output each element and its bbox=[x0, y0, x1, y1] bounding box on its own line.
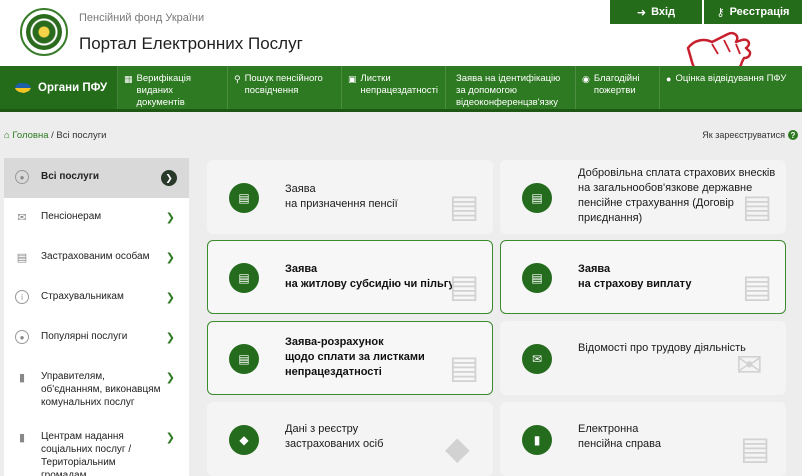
service-card[interactable]: ▤ Заява на житлову субсидію чи пільгу ▤ bbox=[207, 240, 493, 314]
sidebar-item-pensioners[interactable]: ✉ Пенсіонерам ❯ bbox=[4, 198, 189, 238]
nav-item-sick-leave[interactable]: ▣ Листки непрацездатності bbox=[342, 66, 446, 109]
shield-icon: ◆ bbox=[229, 425, 259, 455]
shield-watermark-icon: ◆ bbox=[445, 430, 470, 466]
key-icon: ⚷ bbox=[716, 6, 725, 19]
service-card[interactable]: ▤ Добровільна сплата страхових внесків на… bbox=[500, 160, 786, 234]
document-icon: ▤ bbox=[16, 251, 28, 264]
service-card[interactable]: ▮ Електронна пенсійна справа ▤ bbox=[500, 402, 786, 476]
sidebar-item-insurers[interactable]: i Страхувальникам ❯ bbox=[4, 278, 189, 318]
site-header: Пенсійний фонд України Портал Електронни… bbox=[0, 0, 802, 66]
chevron-right-icon: ❯ bbox=[165, 252, 175, 264]
target-icon: ● bbox=[15, 170, 29, 184]
search-icon: ⚲ bbox=[234, 74, 241, 84]
service-card[interactable]: ▤ Заява на страхову виплату ▤ bbox=[500, 240, 786, 314]
nav-item-visit-rating[interactable]: ● Оцінка відвідування ПФУ bbox=[660, 66, 802, 109]
breadcrumb: ⌂ Головна / Всі послуги bbox=[4, 130, 107, 141]
envelope-watermark-icon: ✉ bbox=[736, 347, 763, 383]
breadcrumb-current: Всі послуги bbox=[56, 130, 107, 141]
nav-item-verification[interactable]: ▦ Верифікація виданих документів bbox=[118, 66, 228, 109]
folder-icon: ▮ bbox=[522, 425, 552, 455]
question-icon: ? bbox=[788, 130, 798, 140]
chevron-right-icon: ❯ bbox=[165, 432, 175, 444]
how-to-register-link[interactable]: Як зареєструватися ? bbox=[702, 130, 798, 140]
document-check-icon: ▤ bbox=[449, 188, 480, 224]
document-icon: ▤ bbox=[229, 183, 259, 213]
register-button[interactable]: ⚷ Реєстрація bbox=[704, 0, 802, 24]
folder-icon: ▮ bbox=[18, 431, 26, 444]
document-icon: ▤ bbox=[229, 263, 259, 293]
sidebar-item-all-services[interactable]: ● Всі послуги ❯ bbox=[4, 158, 189, 198]
document-check-icon: ▤ bbox=[449, 349, 480, 385]
info-icon: i bbox=[15, 290, 29, 304]
ukraine-map-icon bbox=[15, 82, 31, 93]
sidebar: ● Всі послуги ❯ ✉ Пенсіонерам ❯ ▤ Застра… bbox=[4, 158, 189, 476]
service-card[interactable]: ▤ Заява на призначення пенсії ▤ bbox=[207, 160, 493, 234]
envelope-icon: ✉ bbox=[522, 344, 552, 374]
target-icon: ● bbox=[15, 330, 29, 344]
site-title[interactable]: Портал Електронних Послуг bbox=[79, 34, 303, 54]
nav-item-video-identification[interactable]: Заява на ідентифікацію за допомогою віде… bbox=[446, 66, 576, 109]
chevron-right-icon: ❯ bbox=[165, 212, 175, 224]
sidebar-item-popular[interactable]: ● Популярні послуги ❯ bbox=[4, 318, 189, 358]
breadcrumb-row: ⌂ Головна / Всі послуги Як зареєструвати… bbox=[0, 124, 802, 144]
pfu-logo[interactable] bbox=[20, 8, 68, 56]
nav-item-donations[interactable]: ◉ Благодійні пожертви bbox=[576, 66, 660, 109]
coins-icon: ◉ bbox=[582, 74, 590, 84]
chevron-right-icon: ❯ bbox=[165, 332, 175, 344]
sign-in-icon: ➜ bbox=[636, 6, 647, 19]
document-icon: ▤ bbox=[522, 263, 552, 293]
service-card[interactable]: ◆ Дані з реєстру застрахованих осіб ◆ bbox=[207, 402, 493, 476]
envelope-icon: ✉ bbox=[17, 211, 27, 224]
breadcrumb-home[interactable]: ⌂ Головна bbox=[4, 130, 48, 141]
document-check-icon: ▤ bbox=[742, 188, 773, 224]
service-card[interactable]: ✉ Відомості про трудову діяльність ✉ bbox=[500, 321, 786, 395]
camera-icon: ▣ bbox=[348, 74, 357, 84]
nav-item-pension-search[interactable]: ⚲ Пошук пенсійного посвідчення bbox=[228, 66, 342, 109]
login-button[interactable]: ➜ Вхід bbox=[610, 0, 702, 24]
folder-icon: ▮ bbox=[18, 371, 26, 384]
chevron-right-icon: ❯ bbox=[161, 170, 177, 186]
site-subtitle: Пенсійний фонд України bbox=[79, 12, 205, 24]
chevron-right-icon: ❯ bbox=[165, 372, 175, 384]
list-icon: ▦ bbox=[124, 74, 133, 84]
sidebar-item-social-centers[interactable]: ▮ Центрам надання соціальних послуг / Те… bbox=[4, 418, 189, 476]
sidebar-item-insured[interactable]: ▤ Застрахованим особам ❯ bbox=[4, 238, 189, 278]
service-card[interactable]: ▤ Заява-розрахунок щодо сплати за листкам… bbox=[207, 321, 493, 395]
main-nav: Органи ПФУ ▦ Верифікація виданих докумен… bbox=[0, 66, 802, 112]
nav-brand[interactable]: Органи ПФУ bbox=[0, 66, 118, 109]
chevron-right-icon: ❯ bbox=[165, 292, 175, 304]
document-check-icon: ▤ bbox=[449, 268, 480, 304]
document-check-icon: ▤ bbox=[742, 268, 773, 304]
sidebar-item-managers[interactable]: ▮ Управителям, об'єднанням, виконавцям к… bbox=[4, 358, 189, 418]
folder-watermark-icon: ▤ bbox=[740, 430, 771, 466]
document-icon: ▤ bbox=[522, 183, 552, 213]
chat-icon: ● bbox=[666, 74, 672, 84]
document-icon: ▤ bbox=[229, 344, 259, 374]
